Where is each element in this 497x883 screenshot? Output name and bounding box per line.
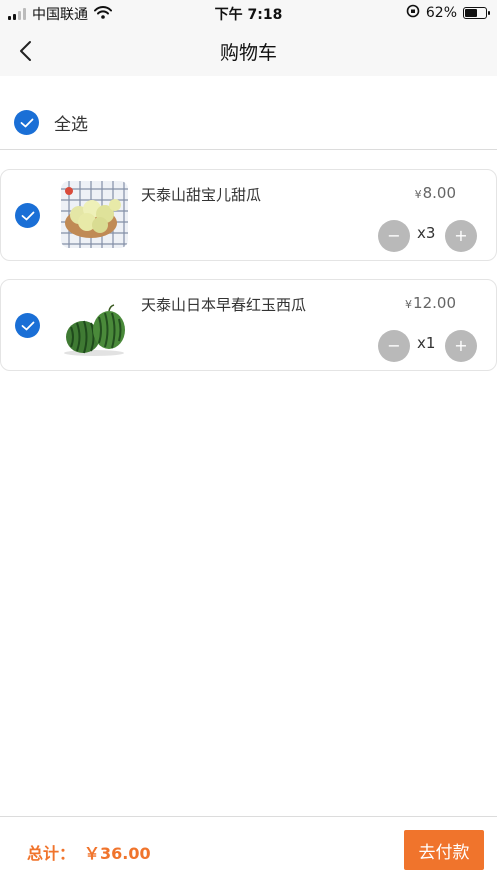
product-price: ¥8.00 [415,184,456,202]
product-image[interactable] [61,291,128,358]
product-price: ¥12.00 [405,294,456,312]
select-all-label: 全选 [54,115,88,135]
price-value: 8.00 [422,184,456,202]
select-all-checkbox[interactable] [14,110,39,135]
quantity-value: x3 [417,224,436,242]
cart-item: 天泰山日本早春红玉西瓜 ¥12.00 − x1 + [0,279,497,371]
melon-image [61,181,128,248]
currency-symbol: ¥ [405,298,413,311]
price-value: 12.00 [413,294,456,312]
orientation-lock-icon [406,4,420,22]
battery-icon [463,7,490,19]
checkout-bar: 总计： ￥36.00 去付款 [0,816,497,883]
nav-bar: 购物车 [0,26,497,76]
page-title: 购物车 [219,42,277,64]
decrease-quantity-button[interactable]: − [378,220,410,252]
checkmark-icon [20,118,33,127]
currency-symbol: ¥ [414,188,422,201]
battery-fill [465,9,478,17]
battery-percent: 62% [425,5,457,21]
product-name[interactable]: 天泰山甜宝儿甜瓜 [141,184,261,205]
checkout-button[interactable]: 去付款 [404,830,484,870]
status-right: 62% [406,4,490,22]
quantity-value: x1 [417,334,436,352]
item-checkbox[interactable] [15,203,40,228]
product-image[interactable] [61,181,128,248]
item-checkbox[interactable] [15,313,40,338]
watermelon-image [61,291,128,358]
cart-item: 天泰山甜宝儿甜瓜 ¥8.00 − x3 + [0,169,497,261]
checkmark-icon [21,321,34,330]
increase-quantity-button[interactable]: + [445,330,477,362]
select-all-row[interactable]: 全选 [0,96,497,150]
product-name[interactable]: 天泰山日本早春红玉西瓜 [141,294,306,315]
total-label: 总计： [27,844,76,863]
decrease-quantity-button[interactable]: − [378,330,410,362]
checkmark-icon [21,211,34,220]
increase-quantity-button[interactable]: + [445,220,477,252]
total-value: ￥36.00 [84,844,151,863]
status-bar: 中国联通 下午 7:18 62% [0,0,497,26]
